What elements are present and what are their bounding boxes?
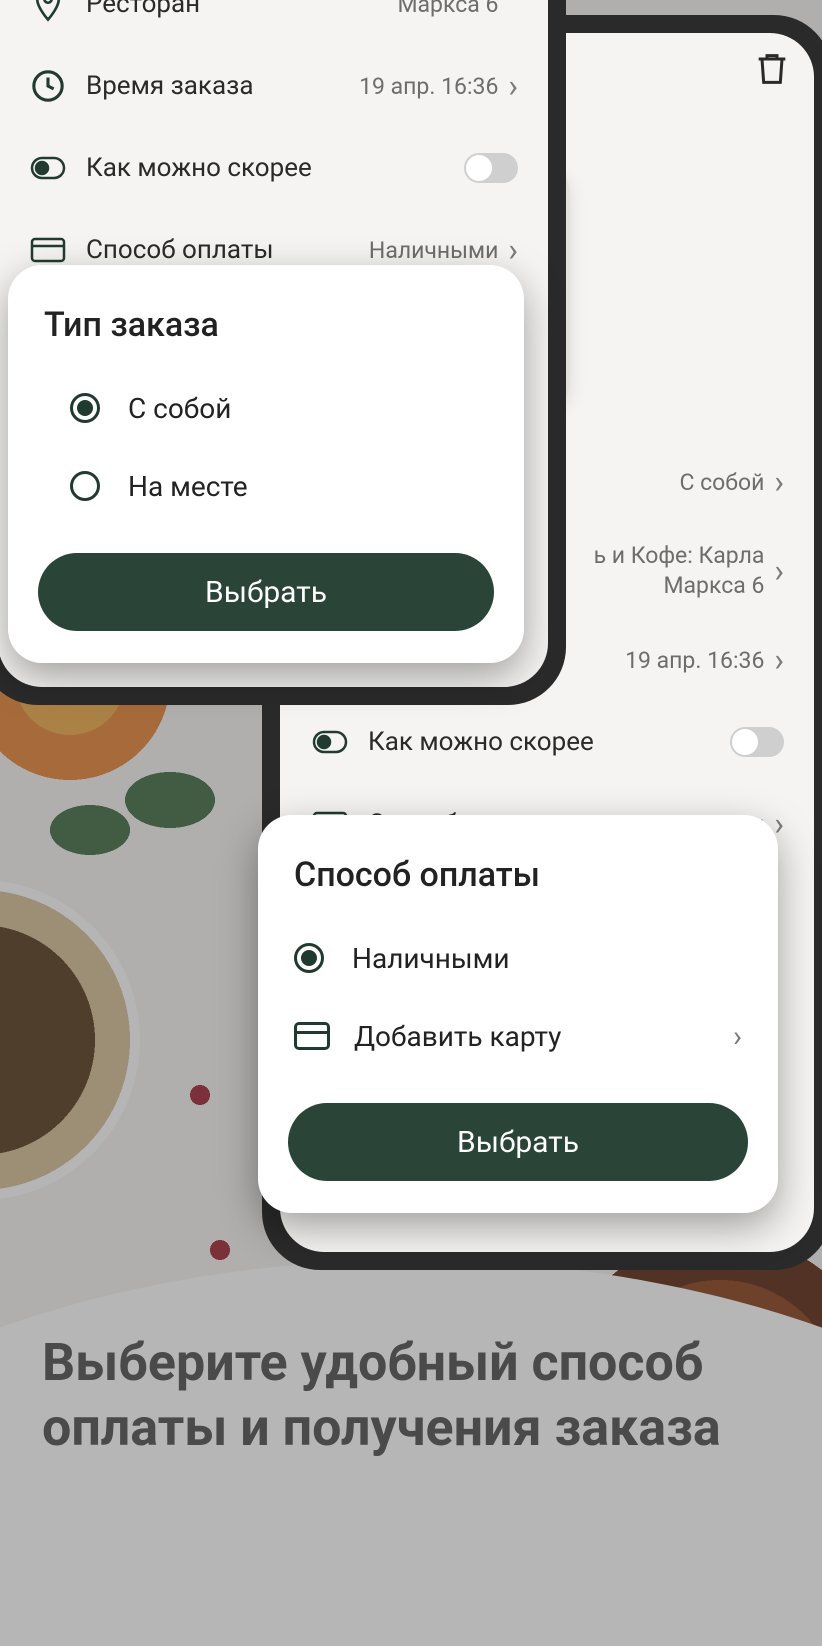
row-time[interactable]: Время заказа 19 апр. 16:36 › xyxy=(0,45,548,127)
trash-button[interactable] xyxy=(752,47,792,91)
chevron-right-icon: › xyxy=(774,463,784,501)
trash-icon xyxy=(752,47,792,91)
radio-selected-icon xyxy=(70,393,100,423)
payment-option-cash-label: Наличными xyxy=(352,942,742,975)
chevron-right-icon: › xyxy=(774,552,784,590)
chevron-right-icon: › xyxy=(508,231,518,269)
row-asap[interactable]: Как можно скорее xyxy=(0,127,548,209)
pin-icon xyxy=(28,0,68,24)
order-type-select-button[interactable]: Выбрать xyxy=(38,553,494,631)
asap-label: Как можно скорее xyxy=(368,727,730,757)
chevron-right-icon: › xyxy=(733,1019,742,1054)
payment-sheet-title: Способ оплаты xyxy=(258,855,778,919)
clock-icon xyxy=(28,66,68,106)
row-restaurant[interactable]: Ресторан Маркса 6 › xyxy=(0,0,548,45)
asap-label: Как можно скорее xyxy=(86,153,464,183)
time-value: 19 апр. 16:36 xyxy=(359,73,498,100)
order-type-takeaway-label: С собой xyxy=(128,392,488,425)
order-type-sheet: Тип заказа С собой На месте Выбрать xyxy=(8,265,524,663)
payment-option-add-card[interactable]: Добавить карту › xyxy=(258,997,778,1075)
order-type-dinein-label: На месте xyxy=(128,470,488,503)
payment-option-add-card-label: Добавить карту xyxy=(354,1020,733,1053)
time-label: Время заказа xyxy=(86,71,359,101)
marketing-headline: Выберите удобный способ оплаты и получен… xyxy=(42,1330,780,1460)
restaurant-value-line1: ь и Кофе: Карла xyxy=(594,542,765,569)
payment-label: Способ оплаты xyxy=(86,235,369,265)
toggle-icon xyxy=(310,722,350,762)
payment-sheet: Способ оплаты Наличными Добавить карту ›… xyxy=(258,815,778,1213)
chevron-right-icon: › xyxy=(774,641,784,679)
restaurant-label: Ресторан xyxy=(86,0,397,19)
order-type-option-dinein[interactable]: На месте xyxy=(8,447,524,525)
toggle-icon xyxy=(28,148,68,188)
payment-option-cash[interactable]: Наличными xyxy=(258,919,778,997)
card-icon xyxy=(28,230,68,270)
order-type-sheet-title: Тип заказа xyxy=(8,305,524,369)
asap-toggle[interactable] xyxy=(464,153,518,183)
card-icon xyxy=(294,1022,330,1050)
time-value: 19 апр. 16:36 xyxy=(625,647,764,674)
asap-toggle[interactable] xyxy=(730,727,784,757)
order-type-option-takeaway[interactable]: С собой xyxy=(8,369,524,447)
order-type-value: С собой xyxy=(679,469,764,496)
chevron-right-icon: › xyxy=(508,67,518,105)
payment-value: Наличными xyxy=(369,237,498,264)
radio-unselected-icon xyxy=(70,471,100,501)
row-asap[interactable]: Как можно скорее xyxy=(280,701,814,783)
payment-select-button[interactable]: Выбрать xyxy=(288,1103,748,1181)
restaurant-value: Маркса 6 xyxy=(397,0,498,18)
restaurant-value-line2: Маркса 6 xyxy=(663,572,764,599)
radio-selected-icon xyxy=(294,943,324,973)
